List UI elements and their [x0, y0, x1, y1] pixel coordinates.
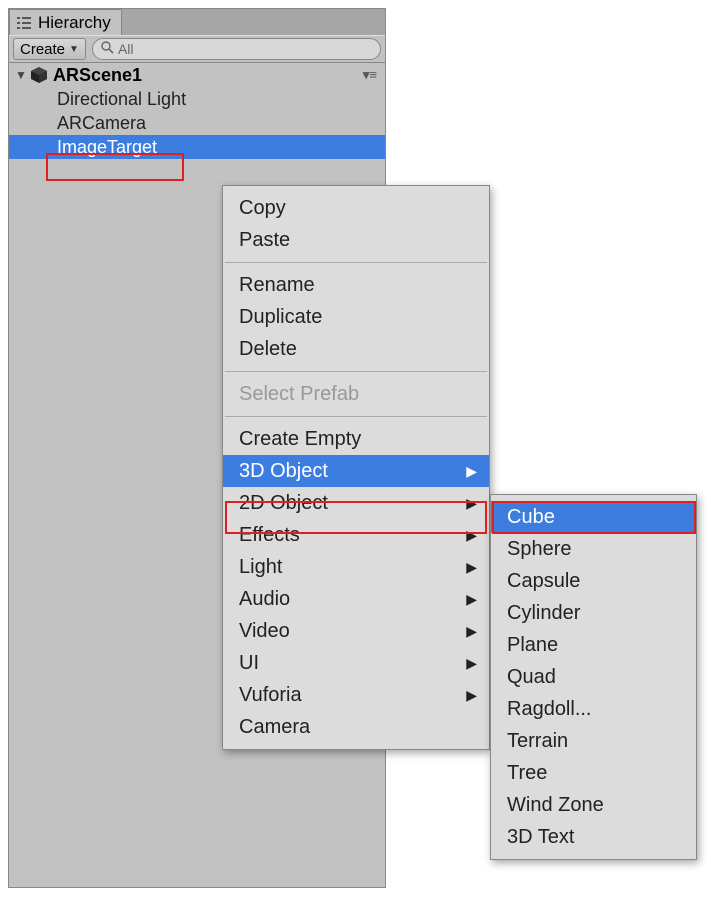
submenu-arrow-icon: ▶ — [466, 463, 477, 480]
menu-item[interactable]: Create Empty — [223, 423, 489, 455]
menu-item-label: UI — [239, 652, 259, 675]
menu-item[interactable]: Effects ▶ — [223, 519, 489, 551]
submenu-arrow-icon: ▶ — [466, 623, 477, 640]
submenu-item[interactable]: 3D Text — [491, 821, 696, 853]
submenu-item-label: 3D Text — [507, 826, 574, 849]
submenu-3d-object: Cube Sphere Capsule Cylinder Plane Quad Ragdol… — [490, 494, 697, 860]
submenu-item-label: Cylinder — [507, 602, 580, 625]
submenu-item-label: Terrain — [507, 730, 568, 753]
submenu-item[interactable]: Tree — [491, 757, 696, 789]
menu-item[interactable]: Paste — [223, 224, 489, 256]
menu-item-label: Audio — [239, 588, 290, 611]
submenu-item-label: Quad — [507, 666, 556, 689]
submenu-item[interactable]: Sphere — [491, 533, 696, 565]
hierarchy-icon — [16, 16, 32, 30]
hierarchy-item-label: ImageTarget — [57, 137, 157, 158]
menu-separator — [225, 262, 487, 263]
unity-icon — [29, 65, 49, 85]
menu-item[interactable]: 3D Object ▶ — [223, 455, 489, 487]
menu-item-label: Camera — [239, 716, 310, 739]
context-menu: Copy Paste Rename Duplicate Delete Select Pre… — [222, 185, 490, 750]
scene-menu-icon[interactable]: ▾≡ — [363, 67, 377, 83]
submenu-arrow-icon: ▶ — [466, 527, 477, 544]
hierarchy-tab[interactable]: Hierarchy — [9, 9, 122, 35]
menu-item-label: Rename — [239, 274, 315, 297]
submenu-item[interactable]: Cube — [491, 501, 696, 533]
submenu-item[interactable]: Cylinder — [491, 597, 696, 629]
submenu-arrow-icon: ▶ — [466, 655, 477, 672]
submenu-arrow-icon: ▶ — [466, 591, 477, 608]
tab-title: Hierarchy — [38, 13, 111, 33]
menu-separator — [225, 416, 487, 417]
menu-item[interactable]: Audio ▶ — [223, 583, 489, 615]
menu-item-label: Select Prefab — [239, 383, 359, 406]
menu-item[interactable]: Delete — [223, 333, 489, 365]
submenu-item-label: Sphere — [507, 538, 572, 561]
menu-item[interactable]: Rename — [223, 269, 489, 301]
submenu-item[interactable]: Capsule — [491, 565, 696, 597]
create-dropdown[interactable]: Create ▼ — [13, 38, 86, 60]
submenu-item-label: Tree — [507, 762, 547, 785]
submenu-item-label: Cube — [507, 506, 555, 529]
menu-item-label: Paste — [239, 229, 290, 252]
submenu-item[interactable]: Plane — [491, 629, 696, 661]
submenu-item-label: Ragdoll... — [507, 698, 592, 721]
scene-name: ARScene1 — [53, 65, 142, 86]
menu-item-label: Delete — [239, 338, 297, 361]
menu-item-label: 2D Object — [239, 492, 328, 515]
submenu-item[interactable]: Wind Zone — [491, 789, 696, 821]
hierarchy-item[interactable]: ImageTarget — [9, 135, 385, 159]
menu-item-label: Vuforia — [239, 684, 302, 707]
menu-item[interactable]: UI ▶ — [223, 647, 489, 679]
chevron-down-icon: ▼ — [69, 44, 79, 55]
menu-item[interactable]: 2D Object ▶ — [223, 487, 489, 519]
search-placeholder: All — [118, 41, 134, 57]
hierarchy-item[interactable]: Directional Light — [9, 87, 385, 111]
tab-bar: Hierarchy — [9, 9, 385, 35]
submenu-item[interactable]: Ragdoll... — [491, 693, 696, 725]
menu-item-label: Effects — [239, 524, 300, 547]
hierarchy-toolbar: Create ▼ All — [9, 35, 385, 63]
menu-item[interactable]: Duplicate — [223, 301, 489, 333]
menu-item-label: Create Empty — [239, 428, 361, 451]
search-input[interactable]: All — [92, 38, 381, 60]
menu-item-label: Copy — [239, 197, 286, 220]
hierarchy-item-label: Directional Light — [57, 89, 186, 110]
submenu-item-label: Capsule — [507, 570, 580, 593]
menu-item-label: Video — [239, 620, 290, 643]
hierarchy-item-label: ARCamera — [57, 113, 146, 134]
submenu-arrow-icon: ▶ — [466, 495, 477, 512]
scene-row[interactable]: ▼ ARScene1 ▾≡ — [9, 63, 385, 87]
menu-item-label: 3D Object — [239, 460, 328, 483]
menu-item[interactable]: Camera — [223, 711, 489, 743]
submenu-item[interactable]: Terrain — [491, 725, 696, 757]
hierarchy-item[interactable]: ARCamera — [9, 111, 385, 135]
menu-separator — [225, 371, 487, 372]
submenu-item-label: Plane — [507, 634, 558, 657]
menu-item[interactable]: Video ▶ — [223, 615, 489, 647]
submenu-item[interactable]: Quad — [491, 661, 696, 693]
create-label: Create — [20, 41, 65, 58]
menu-item[interactable]: Vuforia ▶ — [223, 679, 489, 711]
foldout-toggle[interactable]: ▼ — [15, 68, 29, 82]
menu-item: Select Prefab — [223, 378, 489, 410]
menu-item[interactable]: Copy — [223, 192, 489, 224]
submenu-arrow-icon: ▶ — [466, 559, 477, 576]
menu-item-label: Duplicate — [239, 306, 322, 329]
submenu-arrow-icon: ▶ — [466, 687, 477, 704]
menu-item[interactable]: Light ▶ — [223, 551, 489, 583]
search-icon — [101, 41, 114, 57]
submenu-item-label: Wind Zone — [507, 794, 604, 817]
menu-item-label: Light — [239, 556, 282, 579]
hierarchy-tree: ▼ ARScene1 ▾≡ Directional Light ARCamera I… — [9, 63, 385, 159]
